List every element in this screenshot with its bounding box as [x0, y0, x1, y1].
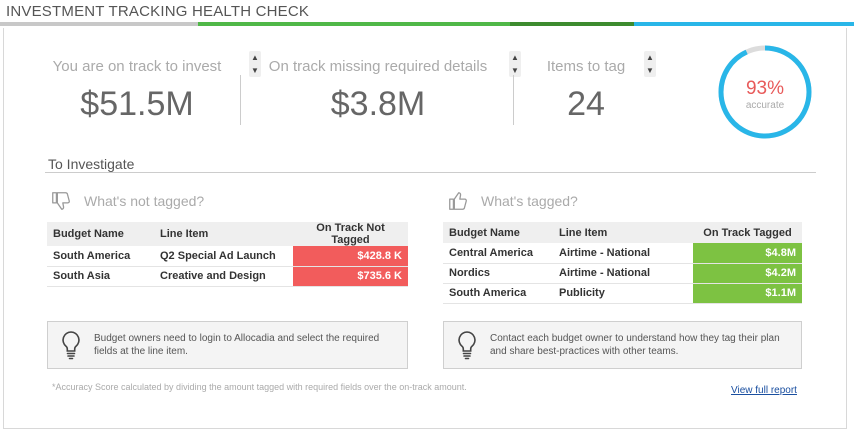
not-tagged-heading: What's not tagged?	[50, 190, 204, 212]
line-item-cell: Airtime - National	[553, 263, 693, 284]
table-row[interactable]: South America Publicity $1.1M	[443, 283, 802, 304]
accuracy-gauge: 93% accurate	[717, 44, 813, 140]
stat-on-track: You are on track to invest $51.5M	[48, 58, 226, 124]
sub-heading-text: What's tagged?	[481, 193, 578, 209]
chevron-up-icon[interactable]: ▲	[511, 53, 519, 62]
line-item-cell: Airtime - National	[553, 243, 693, 264]
thumbs-up-icon	[449, 192, 467, 210]
column-header: Line Item	[154, 222, 293, 246]
table-header-row: Budget Name Line Item On Track Tagged	[443, 222, 802, 243]
stat-label: On track missing required details	[268, 58, 488, 75]
not-tagged-table: Budget Name Line Item On Track Not Tagge…	[47, 222, 408, 287]
stepper-box: ▲ ▼	[509, 51, 521, 77]
column-header: On Track Not Tagged	[293, 222, 408, 246]
budget-name-cell: Nordics	[443, 263, 553, 284]
chevron-down-icon[interactable]: ▼	[646, 66, 654, 75]
stat-stepper[interactable]: ▲ ▼	[249, 51, 261, 77]
section-divider	[45, 172, 816, 173]
amount-cell: $4.2M	[693, 263, 802, 284]
stat-label: You are on track to invest	[52, 58, 222, 75]
stat-divider	[513, 75, 514, 125]
table-row[interactable]: Central America Airtime - National $4.8M	[443, 243, 802, 264]
budget-name-cell: Central America	[443, 243, 553, 264]
header-bar-segment	[510, 22, 634, 26]
table-row[interactable]: South America Q2 Special Ad Launch $428.…	[47, 246, 408, 267]
tagged-heading: What's tagged?	[447, 190, 578, 212]
tip-text: Contact each budget owner to understand …	[490, 333, 780, 357]
amount-cell: $735.6 K	[293, 266, 408, 287]
chevron-up-icon[interactable]: ▲	[646, 53, 654, 62]
thumbs-down-icon	[52, 192, 70, 210]
gauge-caption: accurate	[745, 100, 785, 111]
chevron-down-icon[interactable]: ▼	[251, 66, 259, 75]
column-header: On Track Tagged	[693, 222, 802, 243]
lightbulb-icon	[58, 330, 84, 360]
footnote: *Accuracy Score calculated by dividing t…	[52, 382, 467, 392]
amount-cell: $1.1M	[693, 283, 802, 304]
table-header-row: Budget Name Line Item On Track Not Tagge…	[47, 222, 408, 246]
sub-heading-text: What's not tagged?	[84, 193, 205, 209]
stat-stepper[interactable]: ▲ ▼	[509, 51, 521, 77]
stat-stepper[interactable]: ▲ ▼	[644, 51, 656, 77]
stat-items-to-tag: Items to tag 24	[540, 58, 632, 124]
table-row[interactable]: South Asia Creative and Design $735.6 K	[47, 266, 408, 287]
section-title: To Investigate	[48, 156, 135, 172]
header-bar-segment	[198, 22, 510, 26]
page-title: INVESTMENT TRACKING HEALTH CHECK	[6, 3, 310, 20]
line-item-cell: Q2 Special Ad Launch	[154, 246, 293, 267]
gauge-percent: 93%	[745, 78, 785, 99]
budget-name-cell: South America	[47, 246, 154, 267]
stat-value: $51.5M	[80, 85, 194, 123]
stat-divider	[240, 75, 241, 125]
tip-text: Budget owners need to login to Allocadia…	[94, 333, 380, 357]
line-item-cell: Creative and Design	[154, 266, 293, 287]
stat-missing-details: On track missing required details $3.8M	[264, 58, 492, 124]
not-tagged-tip: Budget owners need to login to Allocadia…	[47, 321, 408, 369]
stat-value: 24	[567, 85, 605, 123]
amount-cell: $428.8 K	[293, 246, 408, 267]
tagged-tip: Contact each budget owner to understand …	[443, 321, 802, 369]
chevron-down-icon[interactable]: ▼	[511, 66, 519, 75]
tagged-table: Budget Name Line Item On Track Tagged Ce…	[443, 222, 802, 304]
budget-name-cell: South Asia	[47, 266, 154, 287]
chevron-up-icon[interactable]: ▲	[251, 53, 259, 62]
view-full-report-link[interactable]: View full report	[731, 385, 797, 396]
amount-cell: $4.8M	[693, 243, 802, 264]
stat-value: $3.8M	[330, 85, 426, 123]
column-header: Budget Name	[47, 222, 154, 246]
line-item-cell: Publicity	[553, 283, 693, 304]
header-bar-segment	[634, 22, 854, 26]
budget-name-cell: South America	[443, 283, 553, 304]
lightbulb-icon	[454, 330, 480, 360]
stepper-box: ▲ ▼	[249, 51, 261, 77]
stepper-box: ▲ ▼	[644, 51, 656, 77]
column-header: Budget Name	[443, 222, 553, 243]
header-bar-segment	[0, 22, 198, 26]
header-color-bar	[0, 22, 854, 26]
stat-label: Items to tag	[546, 58, 626, 75]
table-row[interactable]: Nordics Airtime - National $4.2M	[443, 263, 802, 284]
column-header: Line Item	[553, 222, 693, 243]
